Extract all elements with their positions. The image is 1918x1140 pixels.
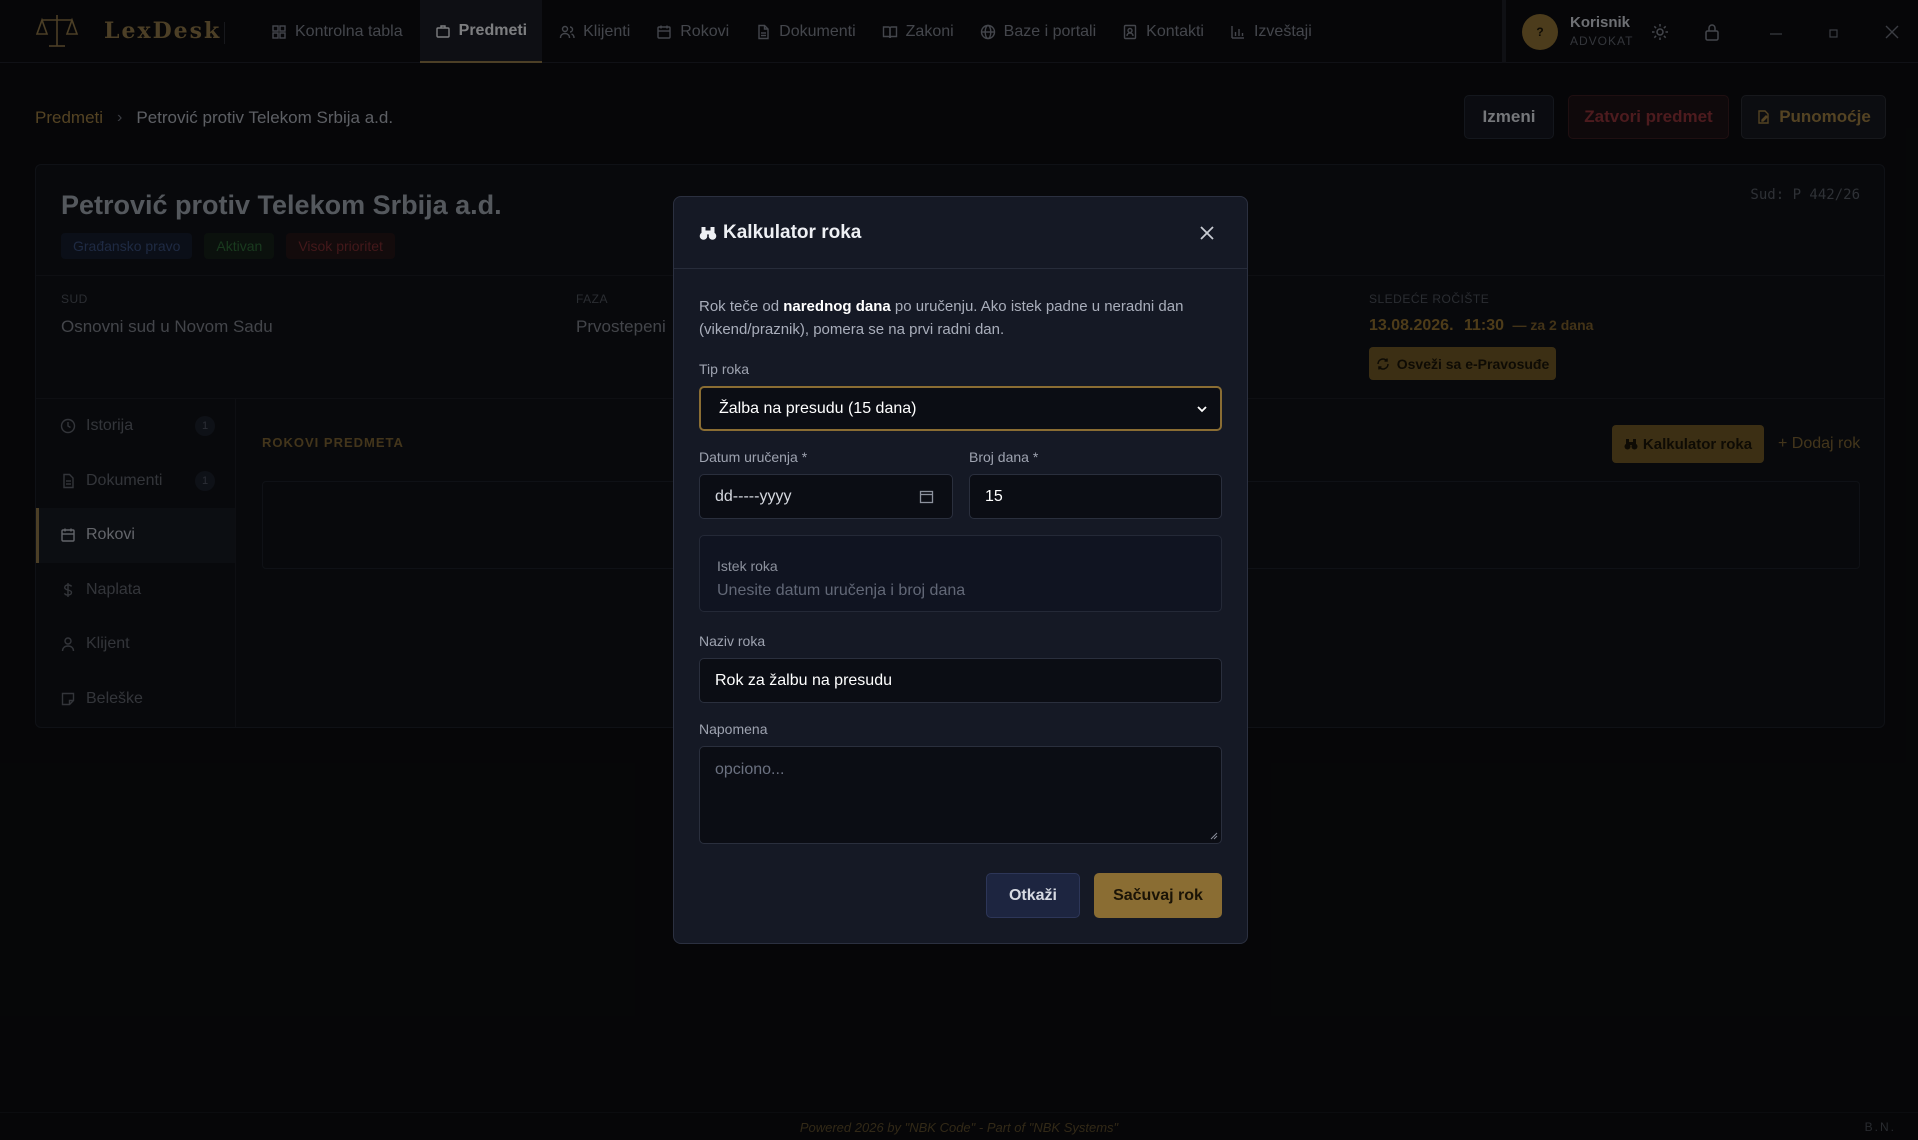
expiry-label: Istek roka	[717, 558, 778, 574]
deadline-type-label: Tip roka	[699, 361, 750, 377]
close-icon[interactable]	[1197, 223, 1217, 243]
save-deadline-button[interactable]: Sačuvaj rok	[1094, 873, 1222, 918]
cancel-button[interactable]: Otkaži	[986, 873, 1080, 918]
note-textarea[interactable]: opciono...	[699, 746, 1222, 844]
binoculars-icon	[699, 224, 717, 242]
calendar-icon[interactable]	[919, 489, 934, 504]
resize-handle-icon[interactable]	[1210, 832, 1218, 840]
day-count-value: 15	[985, 487, 1003, 505]
expiry-value: Unesite datum uručenja i broj dana	[717, 582, 966, 599]
day-count-input[interactable]: 15	[969, 474, 1222, 519]
service-date-placeholder: dd-----yyyy	[715, 487, 792, 505]
modal-info-text: Rok teče od narednog dana po uručenju. A…	[699, 295, 1219, 341]
deadline-name-label: Naziv roka	[699, 633, 766, 649]
modal-title: Kalkulator roka	[699, 222, 861, 244]
modal-header: Kalkulator roka	[674, 197, 1247, 269]
service-date-input[interactable]: dd-----yyyy	[699, 474, 953, 519]
chevron-down-icon	[1197, 406, 1207, 413]
deadline-expiry-box: Istek roka Unesite datum uručenja i broj…	[699, 535, 1222, 612]
info-text-bold: narednog dana	[783, 298, 891, 315]
deadline-name-value: Rok za žalbu na presudu	[715, 671, 892, 689]
modal-title-text: Kalkulator roka	[723, 222, 862, 243]
cancel-button-label: Otkaži	[1008, 886, 1057, 904]
deadline-type-select[interactable]: Žalba na presudu (15 dana)	[699, 386, 1222, 431]
info-text-start: Rok teče od	[699, 298, 784, 315]
day-count-label: Broj dana *	[969, 449, 1039, 465]
deadline-calculator-modal: Kalkulator roka Rok teče od narednog dan…	[673, 196, 1248, 944]
save-button-label: Sačuvaj rok	[1113, 886, 1203, 904]
note-placeholder: opciono...	[715, 761, 785, 778]
note-label: Napomena	[699, 721, 768, 737]
deadline-name-input[interactable]: Rok za žalbu na presudu	[699, 658, 1222, 703]
deadline-type-value: Žalba na presudu (15 dana)	[719, 399, 917, 417]
service-date-label: Datum uručenja *	[699, 449, 808, 465]
